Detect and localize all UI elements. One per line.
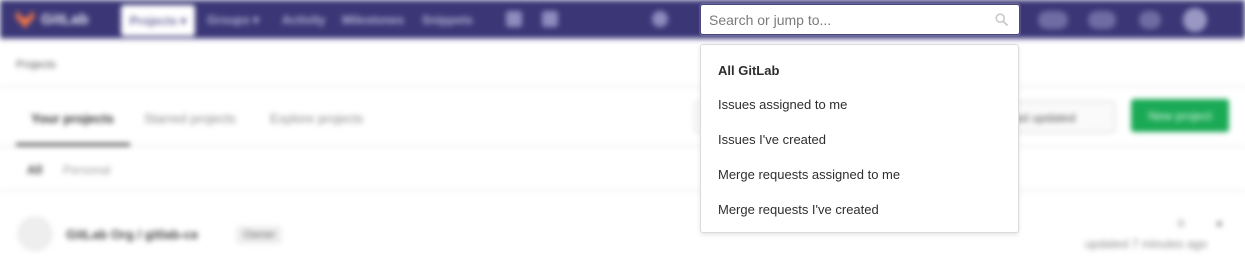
nav-projects[interactable]: Projects ▾ — [121, 5, 195, 36]
user-avatar[interactable] — [1183, 8, 1207, 32]
role-badge: Owner — [236, 226, 283, 244]
tab-starred-projects[interactable]: Starred projects — [144, 111, 236, 126]
admin-wrench-icon[interactable] — [506, 11, 522, 27]
subtabs-divider — [0, 190, 1245, 191]
tanuki-icon — [15, 10, 35, 28]
dropdown-item-mrs-created[interactable]: Merge requests I've created — [701, 194, 1018, 224]
nav-groups[interactable]: Groups ▾ — [207, 13, 259, 27]
todos-counter-icon[interactable] — [1139, 11, 1161, 29]
background-app: GitLab Projects ▾ Groups ▾ Activity Mile… — [0, 0, 1245, 262]
top-navbar: GitLab Projects ▾ Groups ▾ Activity Mile… — [0, 0, 1245, 40]
nav-milestones[interactable]: Milestones — [342, 13, 404, 27]
project-avatar[interactable] — [18, 217, 52, 251]
tabs-divider — [0, 146, 1245, 147]
search-dropdown: All GitLab Issues assigned to me Issues … — [700, 44, 1019, 233]
project-updated-time: updated 7 minutes ago — [1085, 237, 1208, 251]
gitlab-logo[interactable]: GitLab — [15, 10, 89, 28]
tab-your-projects[interactable]: Your projects — [31, 111, 114, 126]
plus-icon[interactable] — [652, 11, 668, 27]
search-box[interactable] — [700, 4, 1020, 35]
gitlab-projects-page: GitLab Projects ▾ Groups ▾ Activity Mile… — [0, 0, 1245, 262]
breadcrumb[interactable]: Projects — [16, 59, 56, 71]
subtab-personal[interactable]: Personal — [63, 163, 110, 177]
dropdown-item-mrs-assigned[interactable]: Merge requests assigned to me — [701, 159, 1018, 189]
tab-explore-projects[interactable]: Explore projects — [270, 111, 363, 126]
nav-snippets[interactable]: Snippets — [422, 13, 473, 27]
dropdown-header: All GitLab — [718, 63, 780, 78]
dropdown-item-issues-created[interactable]: Issues I've created — [701, 124, 1018, 154]
brand-name: GitLab — [41, 10, 89, 28]
search-input[interactable] — [701, 5, 993, 34]
issues-counter-icon[interactable] — [1038, 11, 1068, 29]
header-divider — [0, 86, 1245, 87]
subtab-all[interactable]: All — [27, 163, 42, 177]
new-project-button[interactable]: New project — [1131, 99, 1229, 132]
pencil-icon[interactable] — [542, 11, 558, 27]
star-icon: ● — [1216, 218, 1223, 230]
search-icon — [993, 12, 1009, 28]
nav-activity[interactable]: Activity — [282, 13, 325, 27]
merge-requests-counter-icon[interactable] — [1088, 11, 1116, 29]
dropdown-item-issues-assigned[interactable]: Issues assigned to me — [701, 89, 1018, 119]
project-name-link[interactable]: GitLab Org / gitlab-ce — [66, 227, 198, 242]
stars-count: 0 — [1178, 218, 1185, 230]
